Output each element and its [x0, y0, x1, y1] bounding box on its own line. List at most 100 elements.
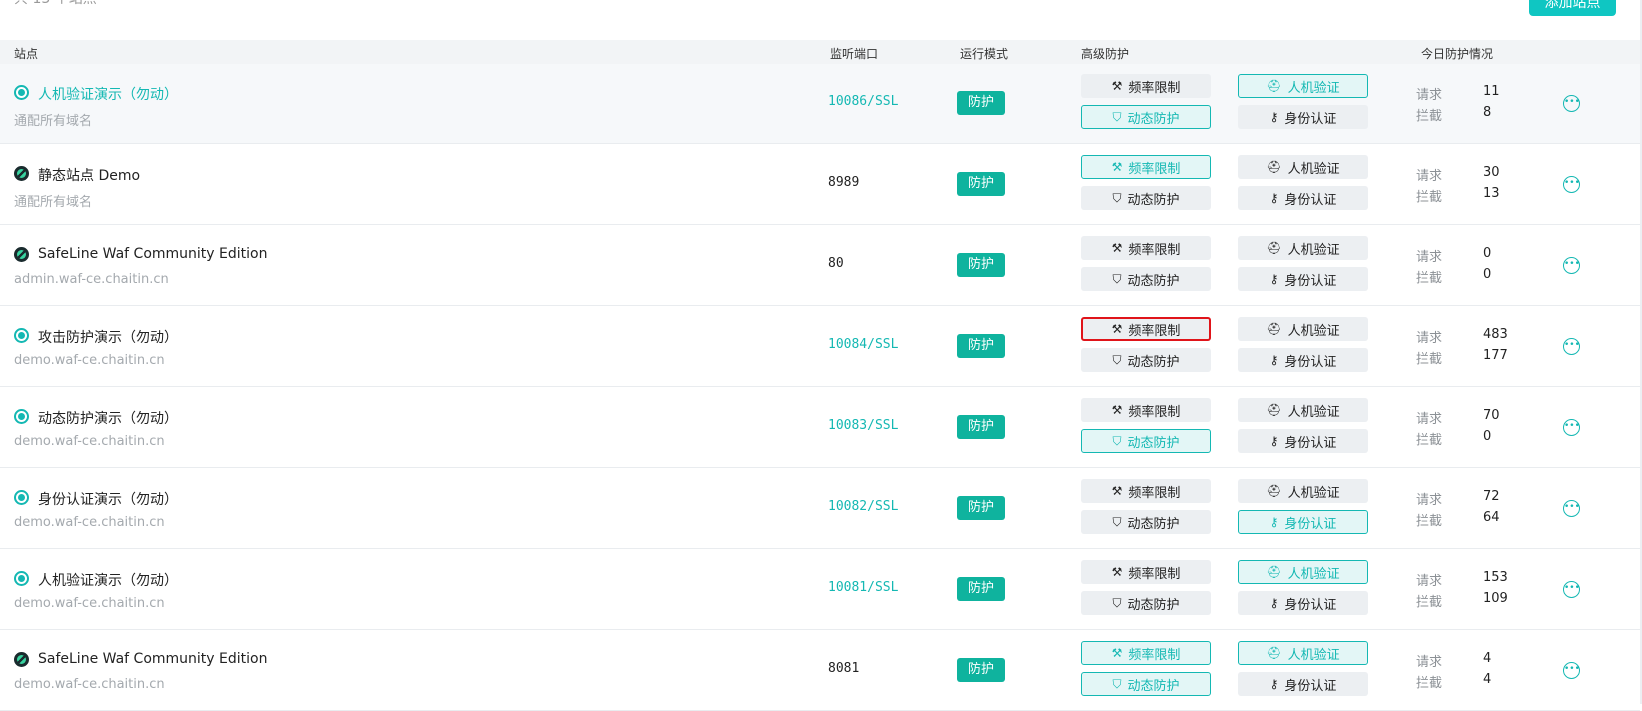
hammer-icon: ⚒ [1111, 403, 1123, 417]
site-name-link[interactable]: SafeLine Waf Community Edition [38, 651, 267, 667]
captcha-button[interactable]: ⛑ 人机验证 [1238, 398, 1368, 422]
more-options-icon[interactable]: ••• [1563, 662, 1580, 679]
rate-limit-button[interactable]: ⚒ 频率限制 [1081, 317, 1211, 341]
auth-button[interactable]: ⚷ 身份认证 [1238, 267, 1368, 291]
captcha-button[interactable]: ⛑ 人机验证 [1238, 479, 1368, 503]
run-mode-badge[interactable]: 防护 [957, 577, 1005, 601]
table-row[interactable]: SafeLine Waf Community Edition demo.waf-c… [0, 631, 1640, 711]
blocked-count: 109 [1483, 591, 1508, 606]
site-domain: demo.waf-ce.chaitin.cn [14, 677, 165, 692]
table-row[interactable]: SafeLine Waf Community Edition admin.waf-… [0, 226, 1640, 306]
run-mode-badge[interactable]: 防护 [957, 91, 1005, 115]
dynamic-button[interactable]: ⛉ 动态防护 [1081, 348, 1211, 372]
captcha-button[interactable]: ⛑ 人机验证 [1238, 155, 1368, 179]
rate-limit-button[interactable]: ⚒ 频率限制 [1081, 560, 1211, 584]
rate-limit-button[interactable]: ⚒ 频率限制 [1081, 74, 1211, 98]
shield-icon: ⛉ [1112, 676, 1122, 691]
run-mode-badge[interactable]: 防护 [957, 415, 1005, 439]
hammer-icon: ⚒ [1111, 646, 1123, 660]
auth-button[interactable]: ⚷ 身份认证 [1238, 672, 1368, 696]
more-options-icon[interactable]: ••• [1563, 500, 1580, 517]
auth-button[interactable]: ⚷ 身份认证 [1238, 348, 1368, 372]
dynamic-button[interactable]: ⛉ 动态防护 [1081, 186, 1211, 210]
table-row[interactable]: 静态站点 Demo 通配所有域名 8989 防护 ⚒ 频率限制 ⛉ 动态防护 ⛑ 人机验证 ⚷ 身份认… [0, 145, 1640, 225]
run-mode-badge[interactable]: 防护 [957, 172, 1005, 196]
rate-limit-button[interactable]: ⚒ 频率限制 [1081, 155, 1211, 179]
table-row[interactable]: 人机验证演示（勿动） demo.waf-ce.chaitin.cn 10081/SS… [0, 550, 1640, 630]
rate-limit-button[interactable]: ⚒ 频率限制 [1081, 236, 1211, 260]
site-name-link[interactable]: 攻击防护演示（勿动） [38, 327, 178, 347]
dynamic-button[interactable]: ⛉ 动态防护 [1081, 267, 1211, 291]
captcha-button[interactable]: ⛑ 人机验证 [1238, 74, 1368, 98]
table-row[interactable]: 攻击防护演示（勿动） demo.waf-ce.chaitin.cn 10084/SS… [0, 307, 1640, 387]
run-mode-badge[interactable]: 防护 [957, 496, 1005, 520]
more-options-icon[interactable]: ••• [1563, 338, 1580, 355]
button-label: 动态防护 [1127, 597, 1180, 613]
button-label: 频率限制 [1128, 485, 1181, 501]
dynamic-button[interactable]: ⛉ 动态防护 [1081, 105, 1211, 129]
dynamic-button[interactable]: ⛉ 动态防护 [1081, 672, 1211, 696]
key-icon: ⚷ [1269, 677, 1279, 691]
key-icon: ⚷ [1269, 272, 1279, 286]
blocked-label: 拦截 [1416, 352, 1443, 367]
auth-button[interactable]: ⚷ 身份认证 [1238, 105, 1368, 129]
requests-label: 请求 [1416, 412, 1443, 427]
rate-limit-button[interactable]: ⚒ 频率限制 [1081, 479, 1211, 503]
button-label: 频率限制 [1128, 80, 1181, 96]
globe-icon [14, 328, 29, 343]
auth-button[interactable]: ⚷ 身份认证 [1238, 429, 1368, 453]
requests-label: 请求 [1416, 331, 1443, 346]
more-options-icon[interactable]: ••• [1563, 419, 1580, 436]
blocked-count: 0 [1483, 267, 1492, 282]
auth-button[interactable]: ⚷ 身份认证 [1238, 186, 1368, 210]
button-label: 人机验证 [1287, 242, 1340, 258]
captcha-button[interactable]: ⛑ 人机验证 [1238, 641, 1368, 665]
button-label: 频率限制 [1128, 323, 1181, 339]
site-name-link[interactable]: SafeLine Waf Community Edition [38, 246, 267, 262]
hammer-icon: ⚒ [1111, 565, 1123, 579]
site-name-link[interactable]: 静态站点 Demo [38, 165, 140, 185]
more-options-icon[interactable]: ••• [1563, 257, 1580, 274]
auth-button[interactable]: ⚷ 身份认证 [1238, 510, 1368, 534]
dynamic-button[interactable]: ⛉ 动态防护 [1081, 591, 1211, 615]
site-name-link[interactable]: 身份认证演示（勿动） [38, 489, 178, 509]
dynamic-button[interactable]: ⛉ 动态防护 [1081, 510, 1211, 534]
column-site: 站点 [14, 47, 39, 61]
table-row[interactable]: 人机验证演示（勿动） 通配所有域名 10086/SSL 防护 ⚒ 频率限制 ⛉ 动态防护 ⛑ 人机… [0, 64, 1640, 144]
requests-count: 11 [1483, 84, 1500, 99]
button-label: 频率限制 [1128, 566, 1181, 582]
site-name-link[interactable]: 动态防护演示（勿动） [38, 408, 178, 428]
site-name-link[interactable]: 人机验证演示（勿动） [38, 570, 178, 590]
auth-button[interactable]: ⚷ 身份认证 [1238, 591, 1368, 615]
captcha-button[interactable]: ⛑ 人机验证 [1238, 560, 1368, 584]
run-mode-badge[interactable]: 防护 [957, 253, 1005, 277]
robot-icon: ⛑ [1266, 79, 1282, 93]
site-name-link[interactable]: 人机验证演示（勿动） [38, 84, 178, 104]
run-mode-badge[interactable]: 防护 [957, 334, 1005, 358]
rate-limit-button[interactable]: ⚒ 频率限制 [1081, 398, 1211, 422]
more-options-icon[interactable]: ••• [1563, 176, 1580, 193]
shield-icon: ⛉ [1112, 352, 1122, 367]
globe-icon [14, 85, 29, 100]
site-count: 共 13 个站点 [14, 0, 97, 8]
rate-limit-button[interactable]: ⚒ 频率限制 [1081, 641, 1211, 665]
more-options-icon[interactable]: ••• [1563, 95, 1580, 112]
hammer-icon: ⚒ [1111, 79, 1123, 93]
captcha-button[interactable]: ⛑ 人机验证 [1238, 236, 1368, 260]
button-label: 身份认证 [1284, 597, 1337, 613]
column-advanced-protection: 高级防护 [1081, 47, 1130, 61]
requests-label: 请求 [1416, 169, 1443, 184]
robot-icon: ⛑ [1266, 322, 1282, 336]
button-label: 动态防护 [1127, 273, 1180, 289]
table-row[interactable]: 动态防护演示（勿动） demo.waf-ce.chaitin.cn 10083/SS… [0, 388, 1640, 468]
requests-label: 请求 [1416, 493, 1443, 508]
blocked-count: 4 [1483, 672, 1492, 687]
captcha-button[interactable]: ⛑ 人机验证 [1238, 317, 1368, 341]
dynamic-button[interactable]: ⛉ 动态防护 [1081, 429, 1211, 453]
table-row[interactable]: 身份认证演示（勿动） demo.waf-ce.chaitin.cn 10082/SS… [0, 469, 1640, 549]
run-mode-badge[interactable]: 防护 [957, 658, 1005, 682]
add-site-button[interactable]: 添加站点 [1529, 0, 1616, 16]
blocked-label: 拦截 [1416, 271, 1443, 286]
listen-port: 10083/SSL [828, 418, 899, 433]
more-options-icon[interactable]: ••• [1563, 581, 1580, 598]
